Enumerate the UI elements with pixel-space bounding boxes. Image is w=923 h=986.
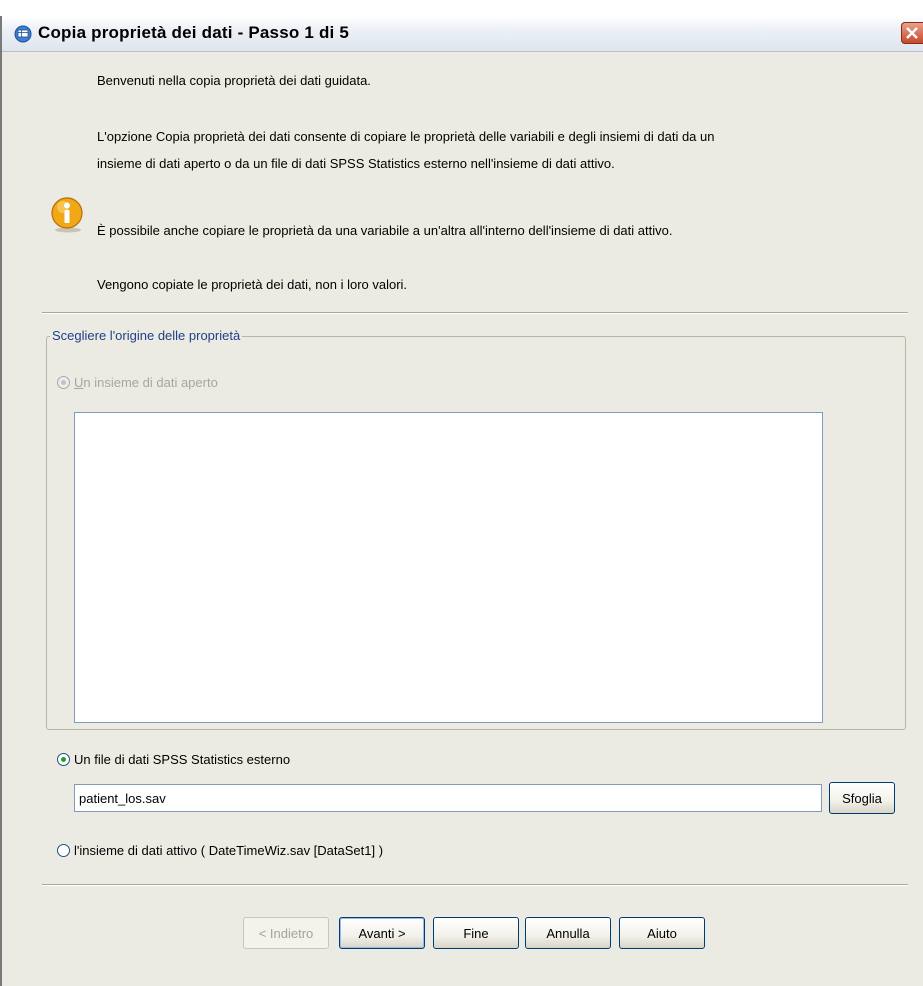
help-button[interactable]: Aiuto [619, 917, 705, 949]
dialog-window: Copia proprietà dei dati - Passo 1 di 5 … [0, 16, 923, 986]
bottom-divider [42, 884, 908, 886]
description-line-2: insieme di dati aperto o da un file di d… [97, 156, 615, 171]
welcome-text: Benvenuti nella copia proprietà dei dati… [97, 73, 371, 88]
radio-external-file[interactable]: Un file di dati SPSS Statistics esterno [57, 750, 290, 768]
radio-external-file-indicator[interactable] [57, 752, 70, 766]
info-icon [51, 197, 83, 233]
browse-button[interactable]: Sfoglia [829, 782, 895, 814]
also-possible-text: È possibile anche copiare le proprietà d… [97, 223, 673, 238]
window-title: Copia proprietà dei dati - Passo 1 di 5 [38, 23, 350, 42]
close-icon [906, 27, 918, 39]
radio-open-dataset-indicator[interactable] [57, 375, 70, 389]
app-icon [14, 25, 32, 43]
next-button[interactable]: Avanti > [339, 917, 425, 949]
radio-open-dataset-label-rest: n insieme di dati aperto [83, 374, 218, 390]
radio-external-file-label: Un file di dati SPSS Statistics esterno [74, 751, 291, 767]
radio-active-dataset[interactable]: l'insieme di dati attivo ( DateTimeWiz.s… [57, 841, 383, 859]
finish-button[interactable]: Fine [433, 917, 519, 949]
external-file-input[interactable] [74, 784, 822, 812]
source-group-legend: Scegliere l'origine delle proprietà [50, 328, 243, 343]
cancel-button[interactable]: Annulla [525, 917, 611, 949]
open-dataset-list[interactable] [74, 412, 823, 723]
description-line-1: L'opzione Copia proprietà dei dati conse… [97, 129, 715, 144]
back-button[interactable]: < Indietro [243, 917, 329, 949]
top-divider [42, 312, 908, 314]
top-strip [0, 0, 923, 16]
title-bar: Copia proprietà dei dati - Passo 1 di 5 [2, 16, 923, 52]
radio-open-dataset-mnemonic: U [74, 374, 84, 390]
note-text: Vengono copiate le proprietà dei dati, n… [97, 277, 408, 292]
radio-active-dataset-label: l'insieme di dati attivo ( DateTimeWiz.s… [74, 842, 384, 858]
close-button[interactable] [901, 22, 923, 44]
radio-open-dataset-label: Un insieme di dati aperto [74, 375, 218, 390]
radio-active-dataset-indicator[interactable] [57, 843, 70, 857]
radio-open-dataset[interactable]: Un insieme di dati aperto [57, 373, 218, 391]
